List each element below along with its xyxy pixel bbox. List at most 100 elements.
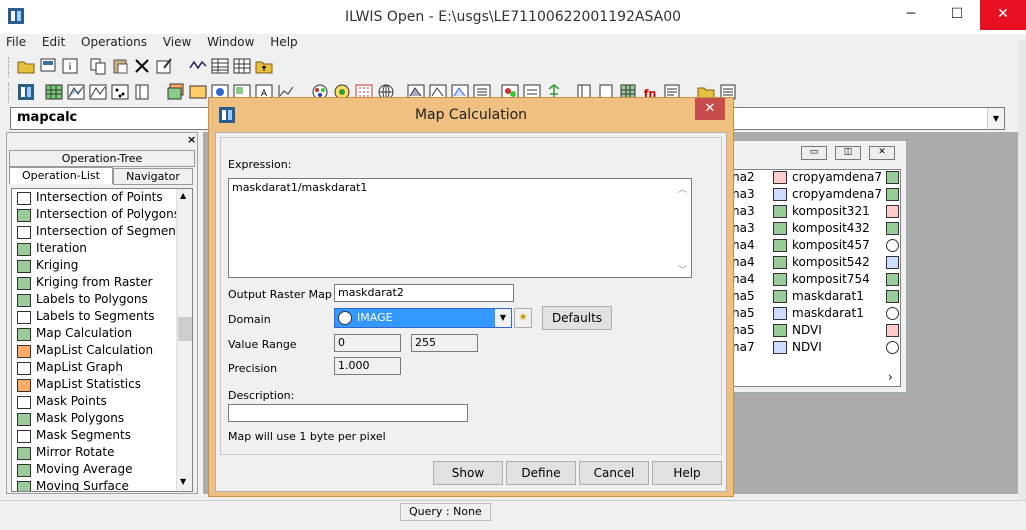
toolbar-grip[interactable] bbox=[8, 57, 11, 77]
output-raster-map-label: Output Raster Map bbox=[228, 288, 332, 301]
catalog-minimize-button[interactable]: ▭ bbox=[801, 146, 827, 160]
list-item[interactable]: na4 bbox=[732, 238, 755, 255]
maximize-button[interactable]: ☐ bbox=[934, 0, 980, 30]
list-item[interactable]: na5 bbox=[732, 306, 755, 323]
table-icon[interactable] bbox=[132, 82, 152, 102]
catalog-close-button[interactable]: ✕ bbox=[869, 146, 895, 160]
menu-edit[interactable]: Edit bbox=[36, 34, 71, 50]
raster-map-icon[interactable] bbox=[886, 171, 899, 184]
menu-help[interactable]: Help bbox=[264, 34, 303, 50]
map-list-icon[interactable] bbox=[166, 82, 186, 102]
graph-icon[interactable] bbox=[188, 56, 208, 76]
list-item[interactable]: na4 bbox=[732, 255, 755, 272]
raster-map-icon bbox=[773, 290, 787, 303]
precision-label: Precision bbox=[228, 362, 278, 375]
chevron-down-icon[interactable]: ▼ bbox=[180, 477, 186, 486]
panel-close-icon[interactable]: × bbox=[187, 133, 196, 146]
list-item[interactable]: na5 bbox=[732, 323, 755, 340]
description-field[interactable] bbox=[228, 404, 468, 422]
tab-operation-list[interactable]: Operation-List bbox=[9, 167, 113, 184]
menu-file[interactable]: File bbox=[0, 34, 32, 50]
list-item[interactable]: na2 bbox=[732, 170, 755, 187]
list-item-label: komposit321 bbox=[792, 204, 870, 218]
define-button[interactable]: Define bbox=[506, 461, 576, 485]
chevron-down-icon[interactable]: ▼ bbox=[495, 309, 511, 327]
point-map-icon[interactable] bbox=[110, 82, 130, 102]
cancel-button[interactable]: Cancel bbox=[579, 461, 649, 485]
show-button[interactable]: Show bbox=[433, 461, 503, 485]
delete-icon[interactable] bbox=[132, 56, 152, 76]
catalog-maximize-button[interactable]: ◫ bbox=[835, 146, 861, 160]
list-item[interactable]: na5 bbox=[732, 289, 755, 306]
grid-icon[interactable] bbox=[232, 56, 252, 76]
scrollbar-thumb[interactable] bbox=[178, 317, 192, 341]
chevron-right-icon[interactable]: › bbox=[888, 370, 893, 384]
chevron-down-icon[interactable]: ﹀ bbox=[678, 263, 687, 276]
copy-icon[interactable] bbox=[88, 56, 108, 76]
new-domain-icon[interactable]: ★ bbox=[514, 308, 532, 328]
raster-map-icon[interactable] bbox=[886, 273, 899, 286]
close-button[interactable]: ✕ bbox=[980, 0, 1026, 30]
chevron-up-icon[interactable]: ▲ bbox=[180, 191, 186, 200]
raster-map-icon bbox=[17, 481, 31, 491]
help-button[interactable]: Help bbox=[652, 461, 722, 485]
coordinate-system-icon[interactable] bbox=[886, 239, 899, 252]
vertical-scrollbar[interactable]: ▲ ▼ bbox=[176, 189, 192, 491]
graph-icon bbox=[17, 362, 31, 375]
list-item[interactable]: na3 bbox=[732, 221, 755, 238]
output-raster-map-field[interactable]: maskdarat2 bbox=[334, 284, 514, 302]
table-view-icon[interactable] bbox=[210, 56, 230, 76]
precision-field[interactable]: 1.000 bbox=[334, 357, 401, 375]
side-strip bbox=[1018, 40, 1026, 500]
properties-icon[interactable] bbox=[38, 56, 58, 76]
ilwis-icon[interactable] bbox=[16, 82, 36, 102]
expression-label: Expression: bbox=[228, 158, 292, 171]
open-folder-icon[interactable] bbox=[16, 56, 36, 76]
raster-map-icon[interactable] bbox=[886, 290, 899, 303]
paste-icon[interactable] bbox=[110, 56, 130, 76]
polygon-map-icon[interactable] bbox=[886, 256, 899, 269]
up-folder-icon[interactable] bbox=[254, 56, 274, 76]
polygon-map-icon bbox=[17, 209, 31, 222]
raster-map-icon[interactable] bbox=[886, 205, 899, 218]
svg-text:i: i bbox=[69, 62, 72, 73]
segment-map-icon[interactable] bbox=[88, 82, 108, 102]
chevron-up-icon[interactable]: ︿ bbox=[678, 182, 687, 195]
raster-map-icon[interactable] bbox=[886, 324, 899, 337]
value-range-min-field[interactable]: 0 bbox=[334, 334, 401, 352]
tab-navigator[interactable]: Navigator bbox=[113, 168, 193, 185]
menu-window[interactable]: Window bbox=[201, 34, 260, 50]
domain-select[interactable]: IMAGE ▼ bbox=[334, 308, 512, 328]
chevron-down-icon[interactable]: ▼ bbox=[987, 108, 1004, 129]
menu-operations[interactable]: Operations bbox=[75, 34, 153, 50]
raster-map-icon[interactable] bbox=[886, 222, 899, 235]
value-range-max-field[interactable]: 255 bbox=[411, 334, 478, 352]
info-icon[interactable]: i bbox=[60, 56, 80, 76]
list-item-label: cropyamdena7 bbox=[792, 187, 882, 201]
object-collection-icon[interactable] bbox=[188, 82, 208, 102]
list-item-label: NDVI bbox=[792, 340, 822, 354]
menu-view[interactable]: View bbox=[157, 34, 197, 50]
raster-map-icon[interactable] bbox=[886, 188, 899, 201]
defaults-button[interactable]: Defaults bbox=[542, 306, 612, 330]
coordinate-system-icon[interactable] bbox=[886, 341, 899, 354]
list-item[interactable]: na7 bbox=[732, 340, 755, 357]
expression-textarea[interactable]: maskdarat1/maskdarat1 ︿ ﹀ bbox=[228, 178, 692, 278]
segment-map-icon bbox=[17, 430, 31, 443]
list-item[interactable]: na3 bbox=[732, 204, 755, 221]
dialog-close-button[interactable]: ✕ bbox=[695, 98, 725, 120]
raster-map-icon bbox=[773, 273, 787, 286]
minimize-button[interactable]: ─ bbox=[888, 0, 934, 30]
toolbar-grip[interactable] bbox=[8, 83, 11, 103]
domain-label: Domain bbox=[228, 313, 271, 326]
raster-map-icon bbox=[773, 256, 787, 269]
coordinate-system-icon[interactable] bbox=[886, 307, 899, 320]
polygon-map-icon[interactable] bbox=[66, 82, 86, 102]
list-item[interactable]: na3 bbox=[732, 187, 755, 204]
edit-properties-icon[interactable] bbox=[154, 56, 174, 76]
list-item[interactable]: na4 bbox=[732, 272, 755, 289]
raster-map-icon[interactable] bbox=[44, 82, 64, 102]
tab-operation-tree[interactable]: Operation-Tree bbox=[9, 150, 195, 167]
polygon-map-icon bbox=[773, 307, 787, 320]
command-line-value: mapcalc bbox=[17, 110, 78, 125]
